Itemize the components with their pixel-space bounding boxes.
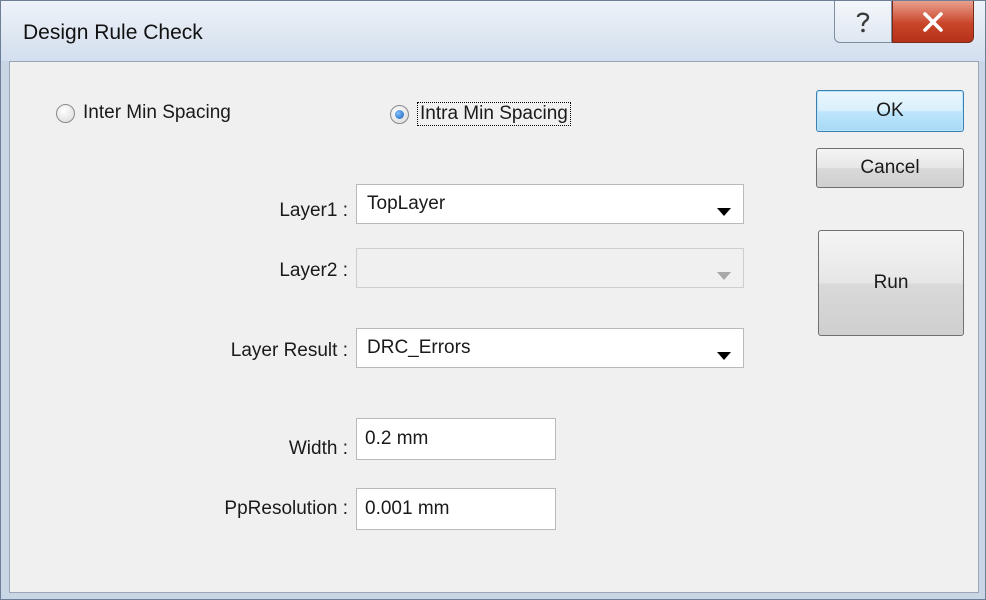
intra-min-spacing-option[interactable]: Intra Min Spacing xyxy=(390,102,571,126)
layer1-select[interactable]: TopLayer xyxy=(356,184,744,224)
layer1-label: Layer1 : xyxy=(279,200,348,221)
layer1-value: TopLayer xyxy=(367,193,446,214)
inter-min-spacing-option[interactable]: Inter Min Spacing xyxy=(56,102,231,124)
layer-result-label: Layer Result : xyxy=(230,340,348,361)
width-value: 0.2 mm xyxy=(365,428,429,449)
layer2-select xyxy=(356,248,744,288)
intra-min-spacing-label[interactable]: Intra Min Spacing xyxy=(417,102,571,126)
dialog-window: Design Rule Check Inter Min Spacing Intr… xyxy=(0,0,986,600)
chevron-down-icon xyxy=(717,264,731,286)
dialog-body: Inter Min Spacing Intra Min Spacing Laye… xyxy=(9,61,979,593)
ppresolution-value: 0.001 mm xyxy=(365,498,450,519)
close-x-icon xyxy=(922,11,944,32)
chevron-down-icon[interactable] xyxy=(717,200,731,222)
width-label: Width : xyxy=(288,438,348,459)
dialog-title: Design Rule Check xyxy=(23,21,203,44)
cancel-button-label: Cancel xyxy=(860,157,920,178)
layer-result-value: DRC_Errors xyxy=(367,337,471,358)
layer2-label: Layer2 : xyxy=(279,260,348,281)
ppresolution-input[interactable]: 0.001 mm xyxy=(356,488,556,530)
ok-button[interactable]: OK xyxy=(816,90,964,132)
cancel-button[interactable]: Cancel xyxy=(816,148,964,188)
intra-min-spacing-radio[interactable] xyxy=(390,104,409,124)
run-button[interactable]: Run xyxy=(818,230,964,336)
inter-min-spacing-label[interactable]: Inter Min Spacing xyxy=(83,102,231,124)
title-bar[interactable]: Design Rule Check xyxy=(1,1,985,61)
width-input[interactable]: 0.2 mm xyxy=(356,418,556,460)
close-button[interactable] xyxy=(892,1,974,43)
inter-min-spacing-radio[interactable] xyxy=(56,103,75,123)
run-button-label: Run xyxy=(873,272,909,293)
ppresolution-label: PpResolution : xyxy=(224,498,348,519)
chevron-down-icon[interactable] xyxy=(717,344,731,366)
ok-button-label: OK xyxy=(876,100,904,121)
question-mark-icon xyxy=(853,10,873,34)
layer-result-select[interactable]: DRC_Errors xyxy=(356,328,744,368)
help-button[interactable] xyxy=(834,1,892,43)
